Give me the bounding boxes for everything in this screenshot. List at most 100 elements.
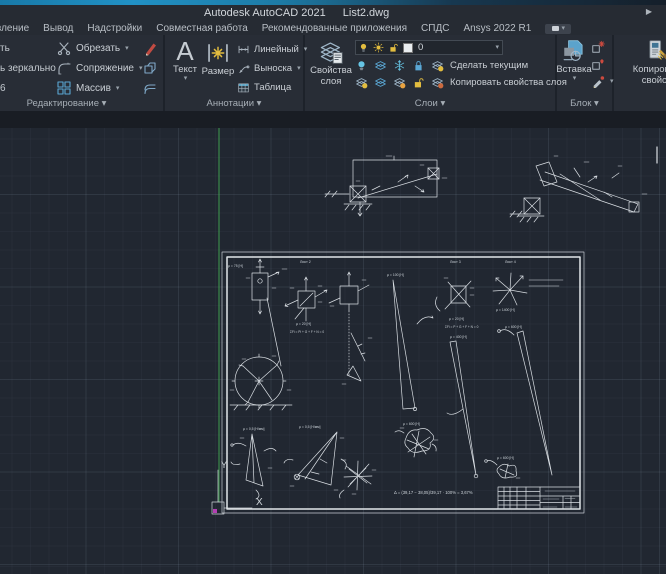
- dimension-button[interactable]: Размер: [203, 40, 233, 77]
- fillet-icon: [56, 60, 72, 76]
- insert-block-button[interactable]: Вставка ▾: [559, 38, 589, 82]
- dropdown-arrow-icon: ▾: [495, 44, 499, 51]
- trim-button[interactable]: Обрезать ▾: [56, 40, 129, 56]
- erase-button[interactable]: [142, 40, 158, 56]
- table-button[interactable]: Таблица: [237, 79, 291, 95]
- vector-star: [493, 273, 563, 305]
- block-attributes-button[interactable]: [591, 56, 605, 72]
- diagram-slider-1: [246, 259, 287, 366]
- svg-text:Лист 4: Лист 4: [505, 260, 516, 264]
- linear-dimension-icon: [237, 43, 250, 56]
- offset-button[interactable]: [142, 80, 158, 96]
- dropdown-arrow-icon: ▾: [297, 65, 301, 72]
- dropdown-arrow-icon: ▾: [184, 75, 188, 82]
- layer-lock-icon[interactable]: [412, 59, 425, 72]
- svg-text:μ = 400 [Н]: μ = 400 [Н]: [450, 335, 467, 339]
- ribbon-display-icon: [552, 26, 559, 31]
- menu-item-output[interactable]: Вывод: [43, 23, 73, 34]
- title-bar: Autodesk AutoCAD 2021 List2.dwg ▶: [0, 0, 666, 22]
- svg-text:ΣFi = P + G + F + N = 0: ΣFi = P + G + F + N = 0: [445, 325, 479, 329]
- force-polygon-2: [447, 341, 478, 478]
- layer-turn-on-icon[interactable]: [355, 76, 368, 89]
- mechanism-sketch-b: [510, 156, 647, 222]
- app-title: Autodesk AutoCAD 2021: [204, 7, 326, 19]
- linear-dim-button[interactable]: Линейный ▾: [237, 41, 307, 57]
- ribbon-display-button[interactable]: ▾: [545, 24, 571, 34]
- match-properties-button[interactable]: Копировани свойств: [622, 38, 666, 86]
- text-button[interactable]: А Текст ▾: [169, 38, 201, 82]
- layer-properties-button[interactable]: Свойства слоя: [309, 38, 353, 87]
- panel-layers: Свойства слоя 0 ▾ Сделать текущим: [305, 35, 557, 111]
- ucs-icon: [212, 470, 252, 514]
- menu-item-collaborate[interactable]: Совместная работа: [156, 23, 248, 34]
- menu-item-addins[interactable]: Надстройки: [87, 23, 142, 34]
- block-editor-button[interactable]: ▾: [591, 73, 614, 89]
- panel-label-annotation[interactable]: Аннотации ▾: [165, 98, 303, 109]
- layer-freeze-icon[interactable]: [393, 59, 406, 72]
- panel-block: Вставка ▾ ▾ Блок ▾: [557, 35, 614, 111]
- scissors-icon: [56, 40, 72, 56]
- menu-item-featured-apps[interactable]: Рекомендованные приложения: [262, 23, 407, 34]
- layer-color-swatch: [403, 43, 413, 53]
- layer-thaw-all-icon[interactable]: [393, 76, 406, 89]
- fillet-button[interactable]: Сопряжение ▾: [56, 60, 143, 76]
- array-button[interactable]: Массив ▾: [56, 80, 119, 96]
- autocad-window: Autodesk AutoCAD 2021 List2.dwg ▶ вление…: [0, 0, 666, 574]
- block-editor-icon: [591, 74, 605, 88]
- insert-block-icon: [561, 38, 587, 64]
- leader-icon: [237, 62, 250, 75]
- match-properties-label1: Копировани: [633, 64, 666, 75]
- dropdown-arrow-icon: ▾: [562, 25, 566, 32]
- snap-marker: [213, 509, 217, 513]
- drawing-content: Y X: [0, 128, 666, 574]
- menu-item-clipped[interactable]: вление: [0, 23, 29, 34]
- layer-isolate-icon[interactable]: [374, 59, 387, 72]
- layer-unlock-icon: [388, 42, 399, 53]
- panel-label-layers[interactable]: Слои ▾: [305, 98, 555, 109]
- erase-pencil-icon: [142, 40, 158, 56]
- clipped-button-mirror[interactable]: ь зеркально: [0, 63, 56, 74]
- table-icon: [237, 81, 250, 94]
- dimension-icon: [205, 40, 231, 66]
- table-label: Таблица: [254, 82, 291, 93]
- create-block-icon: [591, 40, 605, 54]
- layer-tools-row1: Сделать текущим: [355, 57, 528, 73]
- svg-text:Лист 2: Лист 2: [300, 260, 311, 264]
- title-overflow-arrow-icon[interactable]: ▶: [646, 7, 652, 16]
- array-label: Массив: [76, 83, 111, 94]
- force-polygon-1: [393, 280, 433, 411]
- layer-tools-row2: Копировать свойства слоя: [355, 74, 567, 90]
- drawing-canvas[interactable]: Y X: [0, 128, 666, 574]
- array-icon: [56, 80, 72, 96]
- text-label: Текст: [173, 64, 197, 75]
- diagram-block-2: [285, 277, 327, 321]
- layer-unlock-tool-icon[interactable]: [412, 76, 425, 89]
- match-layer-icon: [431, 76, 444, 89]
- dropdown-arrow-icon: ▾: [116, 85, 120, 92]
- panel-label-modify[interactable]: Редактирование ▾: [0, 98, 163, 109]
- svg-text:μ = 100 [Н]: μ = 100 [Н]: [387, 273, 404, 277]
- menu-item-spds[interactable]: СПДС: [421, 23, 449, 34]
- leader-button[interactable]: Выноска ▾: [237, 60, 301, 76]
- title-accent-strip: [0, 0, 666, 5]
- diagram-block-4: [436, 278, 474, 311]
- make-current-button[interactable]: Сделать текущим: [450, 60, 528, 71]
- text-tool-icon: А: [176, 38, 193, 64]
- layer-off-icon[interactable]: [355, 59, 368, 72]
- layer-unisolate-icon[interactable]: [374, 76, 387, 89]
- copy-button[interactable]: [142, 60, 158, 76]
- clipped-button-move[interactable]: ть: [0, 43, 10, 54]
- layer-select-value: 0: [418, 42, 492, 53]
- match-layer-button[interactable]: Копировать свойства слоя: [450, 77, 567, 88]
- panel-label-block[interactable]: Блок ▾: [557, 98, 612, 109]
- title-block: [498, 487, 580, 509]
- menu-item-ansys[interactable]: Ansys 2022 R1: [463, 23, 531, 34]
- svg-text:μ = 75 [Н]: μ = 75 [Н]: [228, 264, 243, 268]
- dropdown-arrow-icon: ▾: [125, 45, 129, 52]
- layer-select[interactable]: 0 ▾: [355, 40, 503, 55]
- force-polygon-blob: [395, 428, 438, 457]
- create-block-button[interactable]: [591, 39, 605, 55]
- insert-label: Вставка: [556, 64, 591, 75]
- clipped-button-scale[interactable]: 6: [0, 83, 6, 94]
- force-triangle-b: [284, 432, 346, 490]
